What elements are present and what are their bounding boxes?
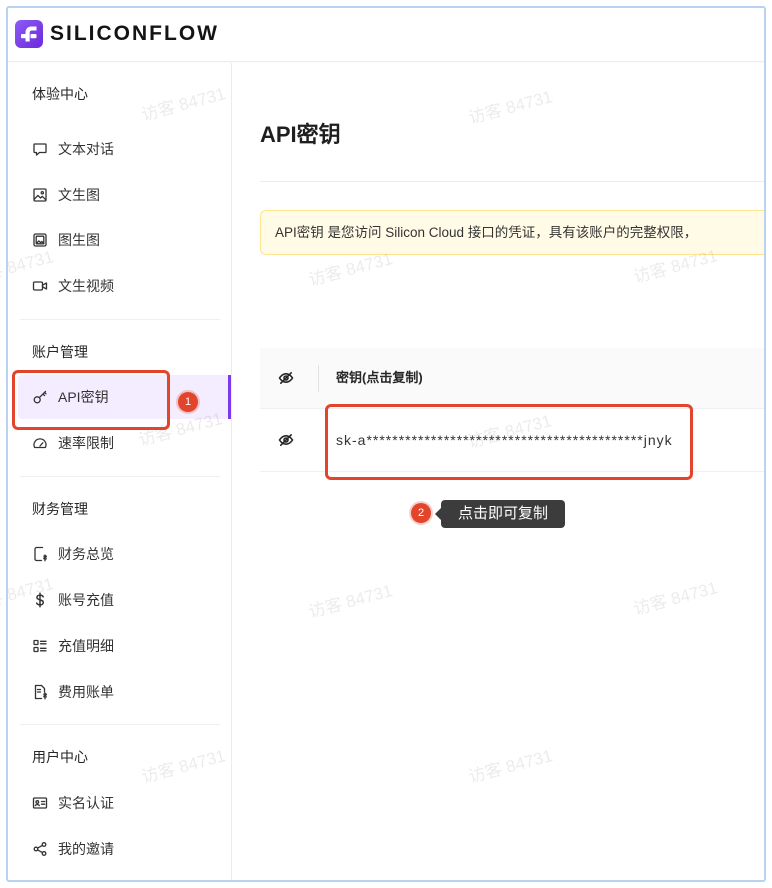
key-column-header: 密钥(点击复制) (336, 370, 423, 385)
eye-slash-icon[interactable] (278, 432, 294, 448)
sidebar-item-label: 实名认证 (58, 795, 114, 811)
sidebar-item-identity-verification[interactable]: 实名认证 (18, 781, 231, 825)
brand-home-link[interactable]: SILICONFLOW (15, 20, 225, 48)
section-title-account: 账户管理 (32, 344, 88, 360)
sidebar-item-invitations[interactable]: 我的邀请 (18, 827, 231, 871)
section-title-experience: 体验中心 (32, 86, 88, 102)
sidebar-item-label: 文生视频 (58, 278, 114, 294)
sidebar-item-label: 速率限制 (58, 435, 114, 451)
main-content: API密钥 API密钥 是您访问 Silicon Cloud 接口的凭证，具有该… (233, 63, 764, 880)
sidebar-item-label: 我的邀请 (58, 841, 114, 857)
key-icon (32, 389, 48, 405)
chat-icon (32, 141, 48, 157)
sidebar-item-text-to-image[interactable]: 文生图 (18, 173, 231, 217)
sidebar-item-recharge[interactable]: 账号充值 (18, 578, 231, 622)
annotation-step-1: 1 (178, 392, 198, 412)
sidebar-item-finance-overview[interactable]: 财务总览 (18, 532, 231, 576)
table-row: sk-a************************************… (260, 409, 764, 472)
api-key-value[interactable]: sk-a************************************… (336, 409, 673, 471)
id-card-icon (32, 795, 48, 811)
sidebar-item-label: 充值明细 (58, 638, 114, 654)
sidebar-item-rate-limits[interactable]: 速率限制 (18, 421, 231, 465)
sidebar-item-label: 图生图 (58, 232, 100, 248)
api-key-table: 密钥(点击复制) sk-a***************************… (260, 348, 764, 472)
sidebar-divider (20, 724, 220, 725)
table-header: 密钥(点击复制) (260, 348, 764, 409)
image-icon (32, 187, 48, 203)
list-icon (32, 638, 48, 654)
sidebar-item-bills[interactable]: 费用账单 (18, 670, 231, 714)
image-to-image-icon (32, 232, 48, 248)
sidebar-item-label: 费用账单 (58, 684, 114, 700)
finance-overview-icon (32, 546, 48, 562)
video-icon (32, 278, 48, 294)
siliconflow-logo-icon (15, 20, 43, 48)
gauge-icon (32, 435, 48, 451)
sidebar-item-text-chat[interactable]: 文本对话 (18, 127, 231, 171)
api-key-notice: API密钥 是您访问 Silicon Cloud 接口的凭证，具有该账户的完整权… (260, 210, 764, 255)
sidebar-item-label: 文生图 (58, 187, 100, 203)
column-separator (318, 365, 319, 392)
top-header: SILICONFLOW (8, 8, 764, 62)
sidebar-item-label: 账号充值 (58, 592, 114, 608)
share-icon (32, 841, 48, 857)
sidebar-divider (20, 319, 220, 320)
sidebar: 体验中心 文本对话 文生图 图生图 文生视频 账户管理 API密钥 速率限制 财… (8, 63, 232, 880)
sidebar-item-text-to-video[interactable]: 文生视频 (18, 264, 231, 308)
brand-name: SILICONFLOW (50, 22, 219, 45)
sidebar-divider (20, 476, 220, 477)
sidebar-item-api-keys[interactable]: API密钥 (18, 375, 231, 419)
dollar-icon (32, 592, 48, 608)
title-divider (260, 181, 764, 182)
sidebar-item-recharge-details[interactable]: 充值明细 (18, 624, 231, 668)
section-title-user: 用户中心 (32, 749, 88, 765)
bill-icon (32, 684, 48, 700)
page-title: API密钥 (260, 122, 341, 147)
copy-hint-tooltip: 点击即可复制 (435, 500, 565, 528)
sidebar-item-image-to-image[interactable]: 图生图 (18, 218, 231, 262)
annotation-step-2: 2 (411, 503, 431, 523)
section-title-finance: 财务管理 (32, 501, 88, 517)
sidebar-item-label: 财务总览 (58, 546, 114, 562)
eye-slash-icon[interactable] (278, 370, 294, 386)
sidebar-item-label: 文本对话 (58, 141, 114, 157)
sidebar-item-label: API密钥 (58, 389, 109, 405)
